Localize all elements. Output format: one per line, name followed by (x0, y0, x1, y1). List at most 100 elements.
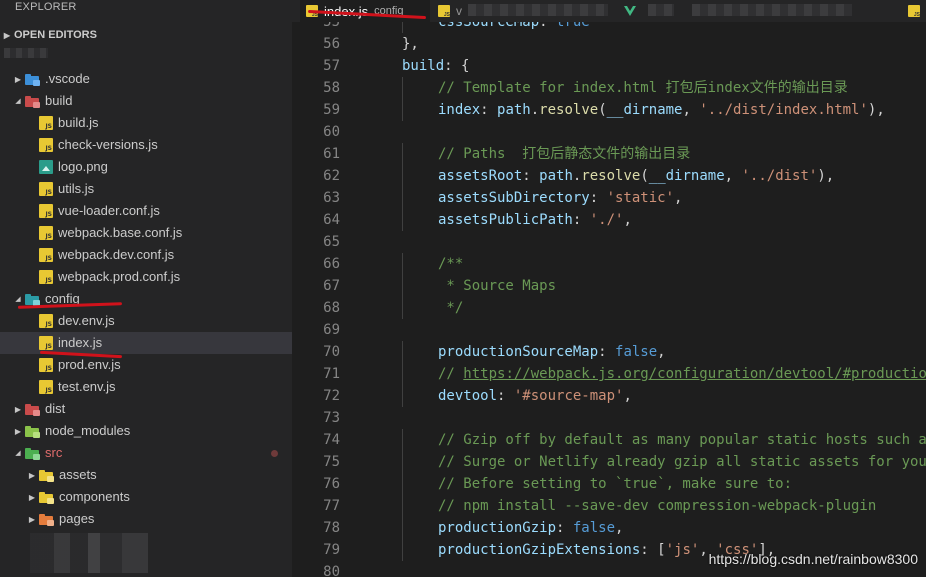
chevron-right-icon: ▶ (3, 30, 11, 40)
tree-item-prod-env-js[interactable]: prod.env.js (0, 354, 292, 376)
code-token: , (724, 168, 742, 184)
code-line: build: { (402, 55, 469, 77)
line-number: 78 (323, 520, 340, 536)
tree-item-utils-js[interactable]: utils.js (0, 178, 292, 200)
folder-badge-icon (47, 498, 54, 504)
tree-item-vscode[interactable]: ▶ .vscode (0, 68, 292, 90)
indent-guide (402, 473, 403, 495)
tree-item-dev-env-js[interactable]: dev.env.js (0, 310, 292, 332)
tab-second[interactable]: v (432, 0, 622, 22)
tree-item-webpack-base-conf-js[interactable]: webpack.base.conf.js (0, 222, 292, 244)
code-token: ), (867, 102, 885, 118)
code-token: , (657, 344, 666, 360)
code-token: : (589, 190, 607, 206)
line-number: 72 (323, 388, 340, 404)
code-line: // Gzip off by default as many popular s… (438, 429, 926, 451)
code-line: */ (438, 297, 463, 319)
folder-badge-icon (33, 410, 40, 416)
redacted-area (4, 48, 48, 58)
code-token: './' (589, 212, 624, 228)
chevron-right-icon: ▶ (28, 470, 36, 480)
code-token: ), (817, 168, 835, 184)
code-token: __dirname (606, 102, 683, 118)
code-token: */ (438, 300, 464, 316)
file-tree: ▶ .vscode ◢ build build.js check-versions.js l… (0, 68, 292, 530)
folder-icon (24, 71, 40, 87)
chevron-down-icon: ◢ (15, 450, 21, 457)
indent-guide (402, 187, 403, 209)
code-token: cssSourceMap (438, 22, 540, 30)
redacted-tab-area (648, 4, 674, 16)
line-number: 55 (323, 22, 340, 30)
code-token: , (623, 212, 632, 228)
code-token: build (402, 58, 445, 74)
tree-item-assets[interactable]: ▶ assets (0, 464, 292, 486)
code-line: // Template for index.html 打包后index文件的输出… (438, 77, 848, 99)
tree-item-components[interactable]: ▶ components (0, 486, 292, 508)
tree-item-pages[interactable]: ▶ pages (0, 508, 292, 530)
tree-item-webpack-prod-conf-js[interactable]: webpack.prod.conf.js (0, 266, 292, 288)
tree-item-label: build (45, 93, 73, 108)
tree-item-src[interactable]: ◢ src (0, 442, 292, 464)
code-line: assetsPublicPath: './', (438, 209, 632, 231)
line-number: 65 (323, 234, 340, 250)
tab-js-partial[interactable] (902, 0, 926, 22)
tree-item-build-js[interactable]: build.js (0, 112, 292, 134)
code-line: index: path.resolve(__dirname, '../dist/… (438, 99, 885, 121)
editor-tab-bar: index.js config v (292, 0, 926, 22)
js-file-icon (39, 182, 53, 196)
indent-guide (402, 517, 403, 539)
folder-icon (24, 423, 40, 439)
code-line: assetsRoot: path.resolve(__dirname, '../… (438, 165, 834, 187)
explorer-title: EXPLORER (15, 1, 77, 13)
js-file-icon (39, 226, 53, 240)
folder-icon (24, 445, 40, 461)
indent-guide (402, 341, 403, 363)
code-link[interactable]: https://webpack.js.org/configuration/dev… (463, 366, 926, 382)
code-token: false (615, 344, 658, 360)
tree-item-dist[interactable]: ▶ dist (0, 398, 292, 420)
js-file-icon (39, 358, 53, 372)
code-token: : (556, 520, 573, 536)
tree-item-test-env-js[interactable]: test.env.js (0, 376, 292, 398)
code-token: // Gzip off by default as many popular s… (438, 432, 926, 448)
tree-item-label: .vscode (45, 71, 90, 86)
code-token: . (530, 102, 540, 118)
code-token: ( (598, 102, 607, 118)
code-token: productionSourceMap (438, 344, 599, 360)
line-number: 64 (323, 212, 340, 228)
tree-item-build[interactable]: ◢ build (0, 90, 292, 112)
line-number-gutter: 55 56 57 58 59 60 61 62 63 64 65 66 67 68 69 70 71 72 73 74… (292, 22, 366, 577)
folder-badge-icon (47, 476, 54, 482)
tree-item-check-versions-js[interactable]: check-versions.js (0, 134, 292, 156)
code-token: 'js' (665, 542, 700, 558)
tree-item-vue-loader-conf-js[interactable]: vue-loader.conf.js (0, 200, 292, 222)
code-token: : (497, 388, 514, 404)
tree-item-webpack-dev-conf-js[interactable]: webpack.dev.conf.js (0, 244, 292, 266)
open-editors-header[interactable]: ▶ OPEN EDITORS (0, 24, 292, 46)
code-line: // Surge or Netlify already gzip all sta… (438, 451, 926, 473)
line-number: 80 (323, 564, 340, 577)
code-line: productionSourceMap: false, (438, 341, 666, 363)
js-file-icon (39, 116, 53, 130)
tree-item-logo-png[interactable]: logo.png (0, 156, 292, 178)
chevron-right-icon: ▶ (14, 74, 22, 84)
code-line: // https://webpack.js.org/configuration/… (438, 363, 926, 385)
folder-icon (38, 489, 54, 505)
watermark-text: https://blog.csdn.net/rainbow8300 (708, 551, 918, 567)
line-number: 69 (323, 322, 340, 338)
indent-guide (402, 99, 403, 121)
tab-vue[interactable] (622, 0, 642, 22)
tree-item-label: dist (45, 401, 66, 416)
code-area[interactable]: cssSourceMap: true}, build: {// Template … (366, 22, 926, 577)
modified-dot-icon (271, 450, 278, 457)
line-number: 67 (323, 278, 340, 294)
code-token: /** (438, 256, 464, 272)
code-token: index (438, 102, 481, 118)
code-token: // Paths 打包后静态文件的输出目录 (438, 146, 691, 162)
code-editor[interactable]: 55 56 57 58 59 60 61 62 63 64 65 66 67 68 69 70 71 72 73 74… (292, 22, 926, 577)
tree-item-node-modules[interactable]: ▶ node_modules (0, 420, 292, 442)
